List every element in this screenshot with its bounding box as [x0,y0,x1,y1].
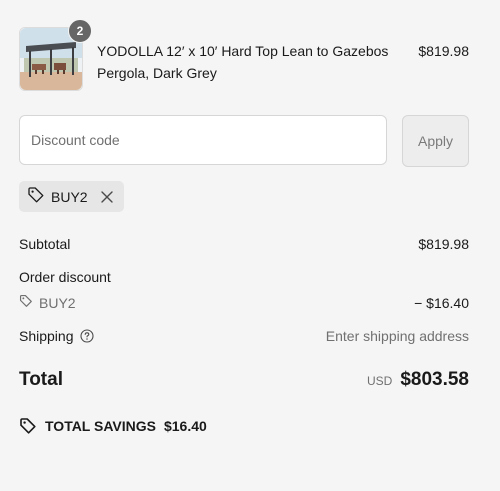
quantity-badge: 2 [68,19,92,43]
discount-code-row: BUY2 − $16.40 [19,293,469,313]
order-discount-row: Order discount [19,267,469,287]
subtotal-value: $819.98 [418,236,469,252]
discount-code-name: BUY2 [39,295,76,311]
product-price: $819.98 [418,43,469,59]
help-icon[interactable] [79,329,94,343]
applied-code-label: BUY2 [51,188,88,205]
order-discount-label: Order discount [19,269,111,285]
total-savings-value: $16.40 [163,418,207,434]
total-savings-label: TOTAL SAVINGS [45,418,156,434]
close-icon[interactable] [100,190,114,204]
total-savings: TOTAL SAVINGS $16.40 [19,417,207,435]
subtotal-row: Subtotal $819.98 [19,234,469,254]
line-item: 2 YODOLLA 12′ x 10′ Hard Top Lean to Gaz… [19,19,469,92]
tag-icon [19,417,37,435]
total-row: Total USD $803.58 [19,370,469,396]
total-label: Total [19,369,63,390]
tag-icon [19,293,33,313]
tag-icon [27,186,45,207]
applied-discount-chip: BUY2 [19,181,124,212]
subtotal-label: Subtotal [19,236,71,252]
discount-code-input[interactable] [19,115,387,165]
apply-discount-button[interactable]: Apply [402,115,469,167]
discount-value: − $16.40 [414,295,469,311]
shipping-label: Shipping [19,328,74,344]
total-amount: $803.58 [400,369,469,390]
product-thumbnail: 2 [19,19,92,91]
shipping-row: Shipping Enter shipping address [19,326,469,346]
shipping-value: Enter shipping address [325,328,469,344]
currency-code: USD [366,374,393,388]
product-name: YODOLLA 12′ x 10′ Hard Top Lean to Gazeb… [97,43,389,81]
